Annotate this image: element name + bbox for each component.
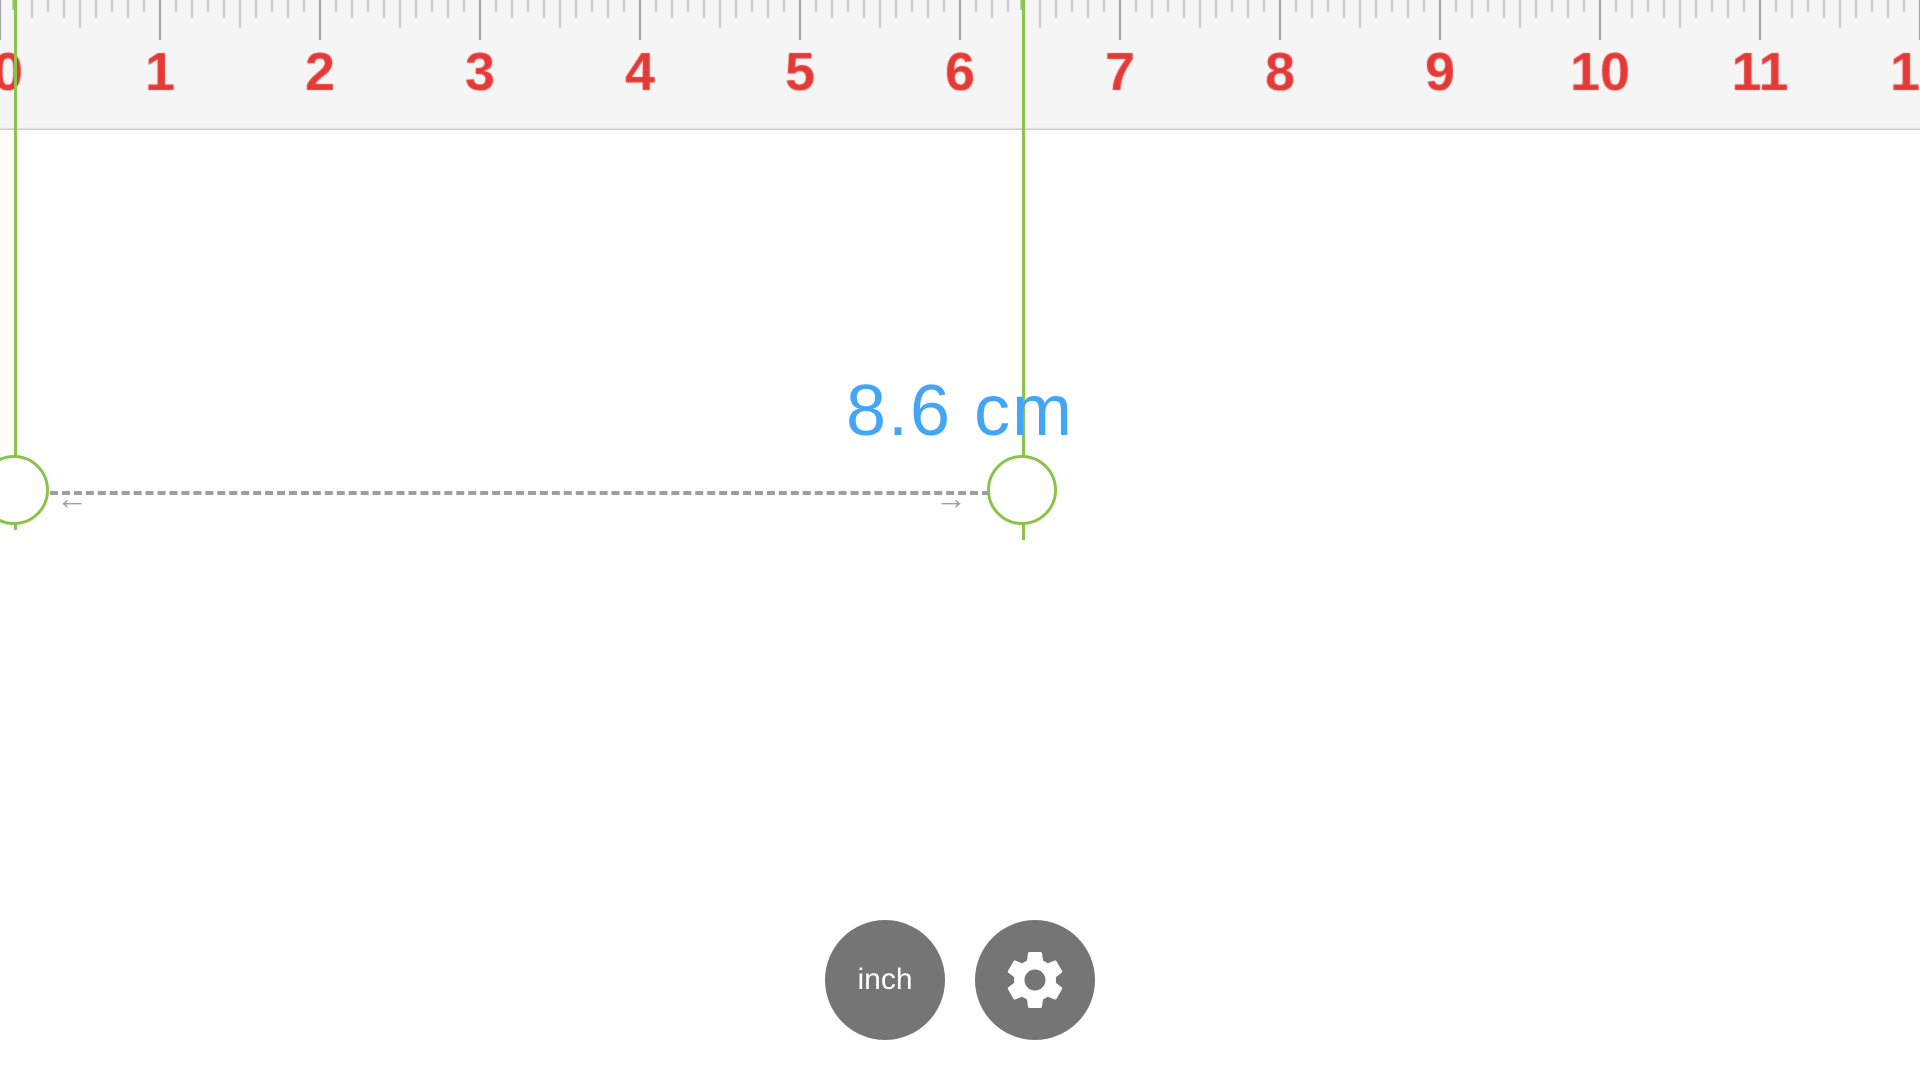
ruler-canvas [0, 0, 1920, 130]
dashed-measurement-line [50, 491, 990, 495]
arrow-left-icon: ← [56, 480, 88, 517]
gear-icon [1000, 945, 1070, 1015]
settings-button[interactable] [975, 920, 1095, 1040]
measurement-display: 8.6 cm [0, 370, 1920, 452]
bottom-controls: inch [825, 920, 1095, 1040]
right-handle[interactable] [987, 455, 1057, 525]
inch-button-label: inch [857, 963, 912, 997]
ruler [0, 0, 1920, 130]
arrow-right-icon: → [935, 480, 967, 517]
left-handle[interactable] [0, 455, 49, 525]
inch-button[interactable]: inch [825, 920, 945, 1040]
